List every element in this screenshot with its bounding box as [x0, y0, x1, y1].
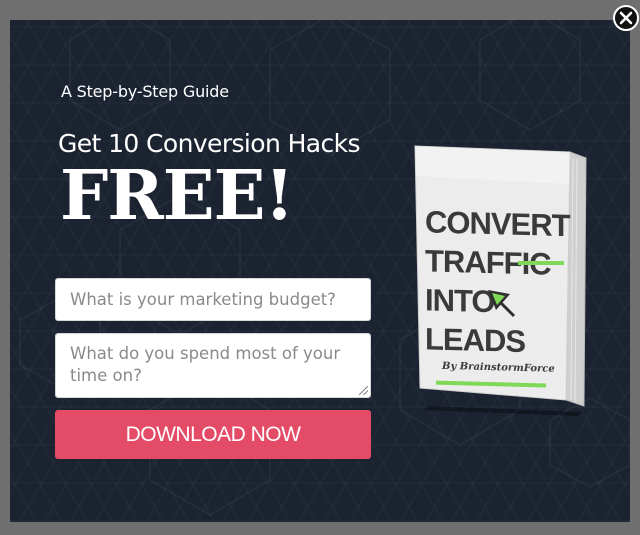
headline: Get 10 Conversion Hacks — [58, 129, 361, 158]
free-heading: FREE! — [60, 156, 294, 236]
popup-modal: A Step-by-Step Guide Get 10 Conversion H… — [10, 20, 630, 522]
book-title-line-4: LEADS — [425, 321, 525, 359]
green-accent-bar — [518, 261, 564, 265]
ebook-cover-image: CONVERT TRAFFIC INTO LEADS By Brainstorm… — [414, 145, 587, 416]
marketing-budget-input[interactable] — [55, 278, 371, 321]
close-icon — [619, 11, 633, 25]
textarea-resize-handle[interactable] — [359, 386, 368, 395]
guide-subtitle: A Step-by-Step Guide — [61, 82, 229, 101]
download-now-button[interactable]: DOWNLOAD NOW — [55, 410, 371, 459]
time-spent-textarea[interactable] — [55, 333, 371, 398]
close-button[interactable] — [613, 5, 639, 31]
book-title-line-3: INTO — [425, 282, 494, 319]
book-title-line-1: CONVERT — [425, 204, 571, 243]
